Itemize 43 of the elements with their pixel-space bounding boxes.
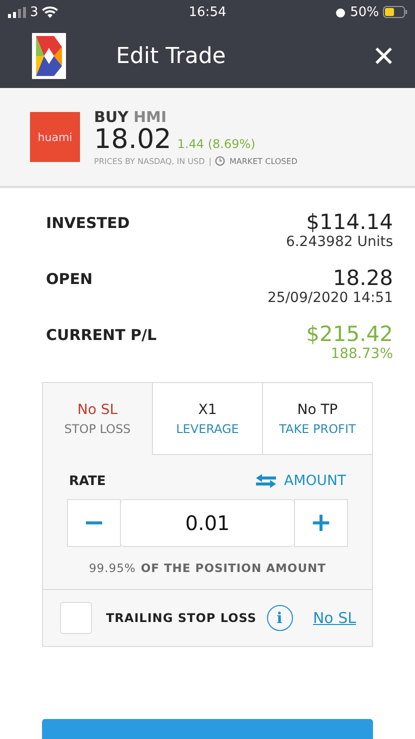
checkbox[interactable] <box>60 602 92 634</box>
detail-label: CURRENT P/L <box>46 325 157 346</box>
trailing-label: TRAILING STOP LOSS <box>106 611 257 625</box>
increase-button[interactable]: + <box>294 499 348 547</box>
detail-subtext: 188.73% <box>330 346 393 362</box>
amount-toggle[interactable]: AMOUNT <box>256 473 346 489</box>
clock-text: 16:54 <box>188 4 226 20</box>
settings-tab[interactable]: X1 LEVERAGE <box>152 383 262 455</box>
detail-value: $114.14 <box>306 210 393 234</box>
symbol-text: HMI <box>133 108 167 126</box>
detail-label: INVESTED <box>46 213 130 234</box>
decrease-button[interactable]: − <box>67 499 121 547</box>
clock-icon <box>215 156 226 166</box>
alarm-icon <box>335 6 346 18</box>
battery-text: 50% <box>350 4 379 20</box>
rate-label: RATE <box>69 474 106 488</box>
settings-tab[interactable]: No TP TAKE PROFIT <box>262 383 372 455</box>
change-text: 1.44 (8.69%) <box>177 137 256 151</box>
percent-text: 99.95% <box>88 561 136 575</box>
detail-value: $215.42 <box>306 322 393 346</box>
source-text: PRICES BY NASDAQ, IN USD <box>94 156 205 166</box>
swap-icon <box>256 474 276 488</box>
instrument-logo: huami <box>30 112 80 162</box>
detail-subtext: 6.243982 Units <box>286 234 393 250</box>
action-text: BUY <box>94 108 128 126</box>
market-status: MARKET CLOSED <box>229 156 298 166</box>
stop-loss-link[interactable]: No SL <box>312 609 356 627</box>
carrier-text: 3 <box>30 4 38 20</box>
price-text: 18.02 <box>94 126 172 153</box>
signal-icon <box>8 6 26 18</box>
info-button[interactable]: i <box>266 605 293 631</box>
detail-label: OPEN <box>46 269 93 290</box>
wifi-icon <box>42 6 58 18</box>
logo-icon <box>32 33 66 79</box>
rate-input[interactable]: 0.01 <box>121 499 294 547</box>
screen-title: Edit Trade <box>116 44 227 68</box>
submit-button[interactable] <box>42 719 373 739</box>
close-button[interactable]: ✕ <box>372 40 395 72</box>
note-text: OF THE POSITION AMOUNT <box>140 561 326 575</box>
detail-subtext: 25/09/2020 14:51 <box>268 290 393 306</box>
detail-value: 18.28 <box>332 266 393 290</box>
battery-icon <box>383 6 407 18</box>
separator-text: | <box>208 156 212 166</box>
